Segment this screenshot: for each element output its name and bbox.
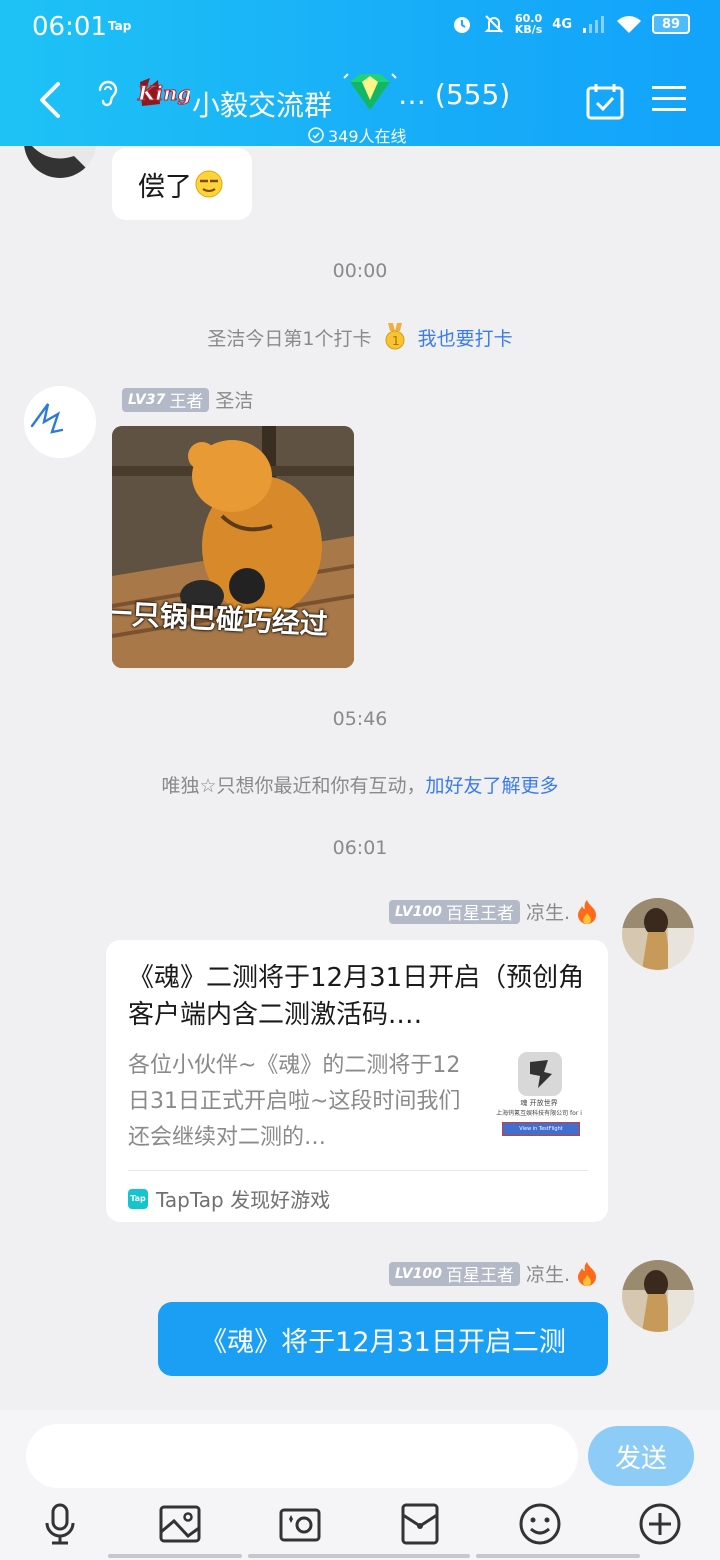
menu-button[interactable] <box>652 84 686 114</box>
group-title-suffix[interactable]: … (555) <box>398 78 510 111</box>
network-type: 4G <box>552 16 572 32</box>
chat-header: 06:01 Tap 60.0 KB/s 4G 89 King 小毅交流群 … (5… <box>0 0 720 146</box>
king-logo-icon: King <box>137 78 190 106</box>
sender-info: LV100 百星王者 凉生. <box>388 1260 598 1287</box>
avatar[interactable] <box>622 898 694 970</box>
status-bar: 06:01 Tap 60.0 KB/s 4G 89 <box>0 0 720 56</box>
sender-name[interactable]: 圣洁 <box>215 386 253 413</box>
diamond-icon <box>343 73 397 110</box>
chat-messages[interactable]: 偿了 00:00 圣洁今日第1个打卡 1 我也要打卡 LV37 王者 圣洁 一只锅… <box>0 146 720 1410</box>
check-circle-icon <box>308 127 324 143</box>
battery-indicator: 89 <box>652 14 690 34</box>
status-app-tag: Tap <box>108 19 132 33</box>
game-app-icon <box>518 1052 562 1096</box>
status-icons: 60.0 KB/s 4G 89 <box>451 13 690 35</box>
mute-bell-icon <box>484 15 504 33</box>
medal-icon: 1 <box>385 323 405 350</box>
red-packet-icon[interactable] <box>398 1502 442 1546</box>
sender-name[interactable]: 凉生. <box>526 898 570 925</box>
send-button[interactable]: 发送 <box>588 1426 694 1486</box>
level-badge: LV37 王者 <box>122 387 210 412</box>
timestamp: 06:01 <box>332 837 388 859</box>
gesture-bar <box>248 1554 470 1558</box>
online-count[interactable]: 349人在线 <box>308 123 407 147</box>
avatar[interactable] <box>24 146 96 178</box>
svg-text:King: King <box>137 81 190 105</box>
fire-icon <box>578 899 596 924</box>
message-bubble-self[interactable]: 《魂》将于12月31日开启二测 <box>158 1302 608 1376</box>
svg-text:1: 1 <box>392 334 400 348</box>
ear-icon[interactable] <box>94 76 122 110</box>
friend-hint: 唯独☆只想你最近和你有互动，加好友了解更多 <box>161 775 559 797</box>
input-bar: 发送 <box>0 1410 720 1560</box>
image-icon[interactable] <box>158 1502 202 1546</box>
input-toolbar <box>0 1502 720 1552</box>
wifi-icon <box>617 16 641 33</box>
card-divider <box>128 1170 588 1171</box>
link-card[interactable]: 《魂》二测将于12月31日开启（预创角客户端内含二测激活码.… 各位小伙伴~《魂… <box>106 940 608 1222</box>
nav-bar: King 小毅交流群 … (555) 349人在线 <box>0 62 720 146</box>
emoji-icon[interactable] <box>518 1502 562 1546</box>
card-description: 各位小伙伴~《魂》的二测将于12日31日正式开启啦~这段时间我们还会继续对二测的… <box>128 1053 461 1150</box>
gesture-bar <box>476 1554 640 1558</box>
card-source: Tap TapTap 发现好游戏 <box>128 1184 330 1213</box>
group-name[interactable]: 小毅交流群 <box>192 84 332 124</box>
camera-icon[interactable] <box>278 1502 322 1546</box>
level-badge: LV100 百星王者 <box>388 1261 520 1286</box>
checkin-link[interactable]: 我也要打卡 <box>418 328 513 350</box>
alarm-icon <box>453 17 470 33</box>
status-time: 06:01 <box>32 12 107 42</box>
add-friend-link[interactable]: 加好友了解更多 <box>426 775 559 797</box>
taptap-icon: Tap <box>128 1188 148 1209</box>
message-input[interactable] <box>26 1424 578 1488</box>
sticker-image[interactable]: 一只锅巴碰巧经过 <box>112 426 354 668</box>
back-button[interactable] <box>30 78 70 122</box>
sender-info: LV37 王者 圣洁 <box>122 386 253 413</box>
checkin-calendar-button[interactable] <box>586 82 624 120</box>
microphone-icon[interactable] <box>38 1502 82 1546</box>
sender-info: LV100 百星王者 凉生. <box>388 898 598 925</box>
timestamp: 05:46 <box>332 708 388 730</box>
plus-icon[interactable] <box>638 1502 682 1546</box>
sender-name[interactable]: 凉生. <box>526 1260 570 1287</box>
timestamp: 00:00 <box>332 260 388 282</box>
level-badge: LV100 百星王者 <box>388 899 520 924</box>
smirk-emoji-icon <box>195 170 223 198</box>
checkin-notice: 圣洁今日第1个打卡 1 我也要打卡 <box>0 323 720 351</box>
avatar[interactable] <box>24 386 96 458</box>
signal-icon <box>583 16 604 33</box>
card-title: 《魂》二测将于12月31日开启（预创角客户端内含二测激活码.… <box>128 963 585 1030</box>
message-bubble[interactable]: 偿了 <box>112 148 252 220</box>
fire-icon <box>578 1261 596 1286</box>
card-thumbnail: 魂 开放世界 上海钨氪互娱科技有限公司 for i View in TestFl… <box>490 1048 588 1146</box>
net-speed: 60.0 KB/s <box>514 12 543 36</box>
avatar[interactable] <box>622 1260 694 1332</box>
gesture-bar <box>108 1554 242 1558</box>
